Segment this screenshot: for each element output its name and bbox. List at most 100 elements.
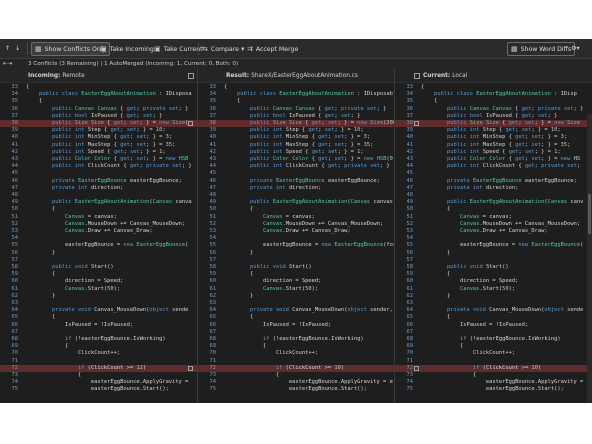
code-line: 62 }: [198, 293, 394, 300]
code-line: 36 public Canvas Canvas { get; private s…: [395, 106, 592, 113]
accept-change-checkbox[interactable]: [414, 121, 419, 126]
code-line: 74 easterEggBounce.ApplyGravity =: [395, 379, 592, 386]
compare-dropdown[interactable]: ⇆ Compare ▾: [199, 42, 250, 56]
code-text: {: [421, 372, 477, 378]
conflict-summary: 3 Conflicts (3 Remaining) | 1 AutoMerged…: [28, 61, 239, 67]
code-text: if (!easterEggBounce.IsWorking): [262, 336, 364, 342]
code-line: 35 {: [198, 98, 394, 105]
code-line: 47 private int direction;: [395, 185, 592, 192]
code-line: 42 public int Speed { get; set; } = 1;: [198, 149, 394, 156]
line-number: 69: [406, 343, 414, 350]
line-number: 55: [406, 242, 414, 249]
code-text: {: [224, 372, 280, 378]
line-number: 46: [209, 177, 217, 184]
code-line: 58 public void Start(): [395, 264, 592, 271]
line-number: 48: [11, 192, 19, 198]
code-line: 59 {: [395, 271, 592, 278]
line-number: 36: [11, 105, 19, 112]
code-text: }: [224, 249, 254, 256]
code-text: public void Start(): [446, 264, 509, 270]
code-line: 61 Canvas.Start(50);: [395, 286, 592, 293]
word-diff-icon: ▦: [511, 45, 518, 53]
code-line: 57: [0, 257, 197, 264]
code-text: {: [26, 314, 56, 321]
code-text: {: [26, 271, 56, 278]
take-incoming-button[interactable]: ▣ Take Incoming: [97, 42, 157, 56]
code-line: 46 private EasterEggBounce easterEggBoun…: [198, 178, 394, 185]
code-line: 62 }: [395, 293, 592, 300]
line-number: 44: [11, 163, 19, 170]
code-line: 72 if (ClickCount >= 10): [198, 364, 394, 372]
take-all-current-checkbox[interactable]: [414, 73, 420, 79]
code-line: 43 public Color Color { get; set; } = ne…: [395, 156, 592, 163]
code-line: 34 public class EasterEggAboutAnimation …: [395, 91, 592, 98]
code-text: Canvas.Draw += Canvas_Draw;: [64, 228, 153, 234]
code-line: 54: [0, 235, 197, 242]
code-text: public int Speed { get; set; } = 1;: [51, 148, 166, 155]
line-number: 70: [11, 350, 19, 357]
code-line: 75 easterEggBounce.Start();: [198, 386, 394, 393]
code-text: public int Speed { get; set; } = 1;: [446, 148, 561, 155]
accept-change-checkbox[interactable]: [188, 365, 193, 371]
line-number: 70: [209, 350, 217, 357]
line-number: 39: [209, 127, 217, 134]
code-line: 56 }: [395, 250, 592, 257]
code-line: 44 public int ClickCount { get; private …: [0, 163, 197, 170]
code-line: 35 {: [0, 98, 197, 105]
code-line: 56 }: [0, 250, 197, 257]
code-line: 70 ClickCount++;: [0, 350, 197, 357]
code-text: Canvas.Start(50);: [262, 285, 319, 292]
code-text: easterEggBounce = new EasterEggBounce(: [459, 242, 584, 249]
code-text: easterEggBounce.ApplyGravity =: [485, 379, 584, 386]
show-word-diffs-button[interactable]: ▦ Show Word Diffs: [507, 42, 576, 56]
collapse-icon[interactable]: ⇤⇥: [3, 59, 12, 69]
code-line: 64 private void Canvas_MouseDown(object …: [0, 307, 197, 314]
current-label: Current: Local: [423, 73, 468, 79]
arrow-down-icon[interactable]: ↓: [12, 42, 23, 56]
accept-change-checkbox[interactable]: [414, 365, 419, 371]
accept-merge-icon: ⇉: [247, 45, 253, 53]
code-text: public Canvas Canvas { get; private set;…: [249, 105, 387, 112]
line-number: 46: [406, 177, 414, 184]
accept-merge-button[interactable]: ⇉ Accept Merge: [244, 42, 301, 56]
code-line: 53 Canvas.Draw += Canvas_Draw;: [395, 228, 592, 235]
code-line: 65 {: [395, 314, 592, 321]
line-number: 68: [209, 336, 217, 342]
code-line: 73 {: [395, 372, 592, 379]
code-line: 41 public int MaxStep { get; set; } = 35…: [0, 142, 197, 149]
code-text: public int ClickCount { get; private set…: [51, 163, 192, 170]
code-text: private int direction;: [51, 184, 124, 191]
code-text: public int MinStep { get; set; } = 3;: [249, 134, 371, 141]
code-line: 46 private EasterEggBounce easterEggBoun…: [0, 178, 197, 185]
code-line: 46 private EasterEggBounce easterEggBoun…: [395, 178, 592, 185]
line-number: 43: [406, 156, 414, 162]
line-number: 42: [11, 148, 19, 155]
line-number: 52: [209, 220, 217, 227]
settings-icon[interactable]: ⚙▾: [568, 42, 583, 56]
code-text: {: [224, 84, 228, 90]
line-number: 65: [209, 314, 217, 321]
line-number: 71: [209, 357, 217, 364]
code-text: public bool IsPaused { get; set; }: [446, 112, 558, 119]
line-number: 60: [11, 278, 19, 285]
incoming-label: Incoming: Remote: [28, 73, 85, 79]
code-line: 52 Canvas.MouseDown += Canvas_MouseDown;: [198, 221, 394, 228]
code-line: 58 public void Start(): [0, 264, 197, 271]
code-line: 50 {: [198, 206, 394, 213]
line-number: 47: [209, 184, 217, 191]
code-text: IsPaused = !IsPaused;: [64, 321, 134, 328]
take-all-incoming-checkbox[interactable]: [188, 73, 194, 79]
line-number: 39: [11, 127, 19, 134]
code-text: {: [421, 206, 451, 213]
vertical-scrollbar[interactable]: [587, 114, 592, 403]
line-number: 50: [11, 206, 19, 213]
code-line: 40 public int MinStep { get; set; } = 3;: [198, 134, 394, 141]
code-line: 63: [0, 300, 197, 307]
scrollbar-thumb[interactable]: [588, 194, 591, 234]
line-number: 74: [406, 379, 414, 386]
line-number: 71: [406, 357, 414, 364]
accept-change-checkbox[interactable]: [188, 121, 193, 126]
line-number: 62: [209, 292, 217, 299]
line-number: 63: [406, 300, 414, 306]
line-number: 37: [406, 112, 414, 119]
